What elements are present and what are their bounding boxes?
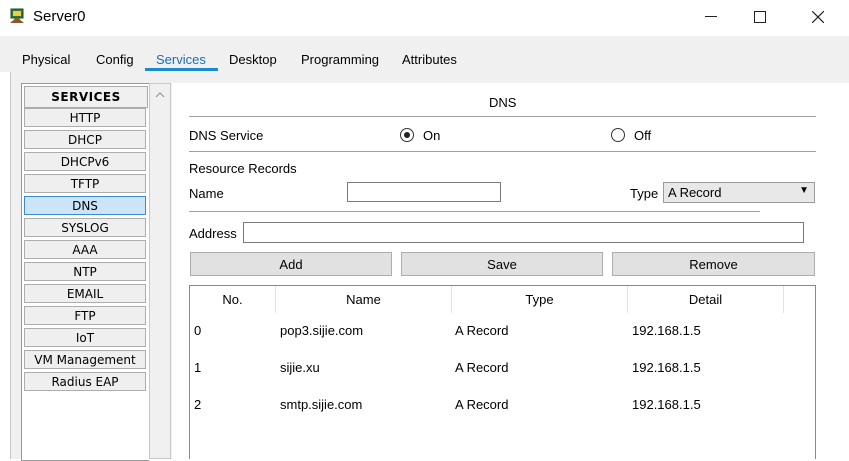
type-select-value: A Record bbox=[668, 185, 722, 200]
tab-physical[interactable]: Physical bbox=[22, 52, 70, 67]
service-ftp[interactable]: FTP bbox=[24, 306, 146, 325]
tab-config[interactable]: Config bbox=[96, 52, 134, 67]
row-detail: 192.168.1.5 bbox=[632, 323, 701, 338]
title-bar: Server0 bbox=[0, 0, 849, 34]
row-no: 0 bbox=[194, 323, 202, 338]
row-name: sijie.xu bbox=[280, 360, 320, 375]
add-button[interactable]: Add bbox=[190, 252, 392, 276]
tab-bar: Physical Config Services Desktop Program… bbox=[0, 36, 849, 72]
tab-desktop[interactable]: Desktop bbox=[229, 52, 277, 67]
minimize-button[interactable] bbox=[688, 0, 734, 34]
column-header-name[interactable]: Name bbox=[276, 286, 452, 313]
scroll-up-icon[interactable] bbox=[150, 86, 170, 104]
services-scrollbar[interactable] bbox=[149, 83, 171, 459]
services-header: SERVICES bbox=[24, 86, 148, 108]
row-no: 2 bbox=[194, 397, 202, 412]
service-dhcpv6[interactable]: DHCPv6 bbox=[24, 152, 146, 171]
row-name: smtp.sijie.com bbox=[280, 397, 363, 412]
resource-records-label: Resource Records bbox=[189, 161, 297, 176]
service-http[interactable]: HTTP bbox=[24, 108, 146, 127]
tab-services[interactable]: Services bbox=[156, 52, 206, 67]
row-type: A Record bbox=[455, 360, 509, 375]
name-input[interactable] bbox=[347, 182, 501, 202]
divider bbox=[189, 211, 760, 212]
close-button[interactable] bbox=[795, 0, 841, 34]
column-header-type[interactable]: Type bbox=[452, 286, 628, 313]
type-select[interactable]: A Record ▼ bbox=[663, 182, 815, 203]
name-label: Name bbox=[189, 186, 224, 201]
service-dns[interactable]: DNS bbox=[24, 196, 146, 215]
divider bbox=[189, 151, 816, 152]
tab-programming[interactable]: Programming bbox=[301, 52, 379, 67]
server-app-icon bbox=[8, 7, 26, 25]
service-syslog[interactable]: SYSLOG bbox=[24, 218, 146, 237]
remove-button[interactable]: Remove bbox=[612, 252, 815, 276]
service-aaa[interactable]: AAA bbox=[24, 240, 146, 259]
row-type: A Record bbox=[455, 397, 509, 412]
chevron-down-icon: ▼ bbox=[799, 185, 809, 196]
maximize-button[interactable] bbox=[737, 0, 783, 34]
service-tftp[interactable]: TFTP bbox=[24, 174, 146, 193]
records-table: No. Name Type Detail 0 pop3.sijie.com A … bbox=[189, 285, 816, 459]
column-header-no[interactable]: No. bbox=[190, 286, 276, 313]
dns-off-label: Off bbox=[634, 128, 652, 143]
dns-service-label: DNS Service bbox=[189, 128, 264, 143]
type-label: Type bbox=[630, 186, 659, 201]
row-no: 1 bbox=[194, 360, 202, 375]
service-vm-management[interactable]: VM Management bbox=[24, 350, 146, 369]
row-detail: 192.168.1.5 bbox=[632, 397, 701, 412]
address-input[interactable] bbox=[243, 222, 804, 243]
row-detail: 192.168.1.5 bbox=[632, 360, 701, 375]
dns-on-label: On bbox=[423, 128, 441, 143]
row-name: pop3.sijie.com bbox=[280, 323, 364, 338]
dns-title: DNS bbox=[489, 95, 517, 110]
dns-off-radio[interactable] bbox=[611, 128, 625, 142]
service-email[interactable]: EMAIL bbox=[24, 284, 146, 303]
service-iot[interactable]: IoT bbox=[24, 328, 146, 347]
row-type: A Record bbox=[455, 323, 509, 338]
service-radius-eap[interactable]: Radius EAP bbox=[24, 372, 146, 391]
active-tab-indicator bbox=[145, 68, 218, 71]
dns-on-radio[interactable] bbox=[400, 128, 414, 142]
column-header-detail[interactable]: Detail bbox=[628, 286, 784, 313]
tab-attributes[interactable]: Attributes bbox=[402, 52, 457, 67]
save-button[interactable]: Save bbox=[401, 252, 603, 276]
address-label: Address bbox=[189, 226, 237, 241]
window-title: Server0 bbox=[33, 8, 86, 25]
service-ntp[interactable]: NTP bbox=[24, 262, 146, 281]
divider bbox=[189, 116, 816, 117]
service-dhcp[interactable]: DHCP bbox=[24, 130, 146, 149]
